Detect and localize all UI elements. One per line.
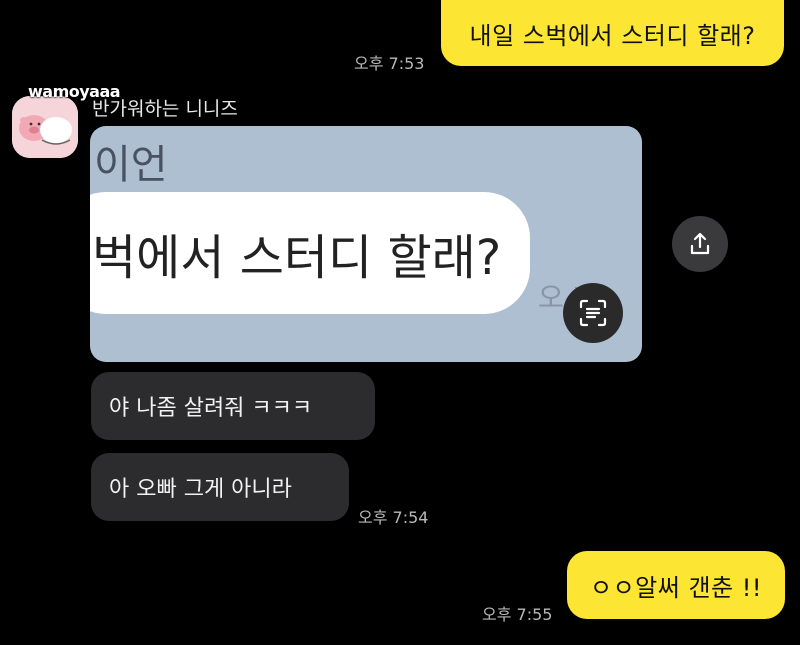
avatar[interactable] <box>12 96 78 158</box>
incoming-message-bubble[interactable]: 아 오빠 그게 아니라 <box>91 453 349 521</box>
share-button[interactable] <box>672 216 728 272</box>
sender-nickname: 반가워하는 니니즈 <box>92 98 238 120</box>
outgoing-message-bubble[interactable]: ㅇㅇ알써 갠춘 !! <box>567 551 785 619</box>
message-text: 아 오빠 그게 아니라 <box>109 477 292 502</box>
image-message[interactable]: 이언 벅에서 스터디 할래? 오 7: <box>90 126 642 362</box>
message-text: 내일 스벅에서 스터디 할래? <box>469 21 756 50</box>
message-text: ㅇㅇ알써 갠춘 !! <box>590 573 762 602</box>
message-time: 오후 7:54 <box>358 508 429 527</box>
text-scan-icon <box>579 299 607 327</box>
share-icon <box>690 232 710 255</box>
image-bubble-text: 벅에서 스터디 할래? <box>92 230 502 286</box>
message-text: 야 나좀 살려줘 ㅋㅋㅋ <box>109 396 313 421</box>
outgoing-message-bubble[interactable]: 내일 스벅에서 스터디 할래? <box>441 0 784 66</box>
message-time: 오후 7:55 <box>482 605 553 624</box>
incoming-message-bubble[interactable]: 야 나좀 살려줘 ㅋㅋㅋ <box>91 372 375 440</box>
text-scan-button[interactable] <box>563 283 623 343</box>
pig-character-icon <box>12 96 78 158</box>
image-text-fragment: 이언 <box>94 142 168 188</box>
message-time: 오후 7:53 <box>354 54 425 73</box>
image-chat-bubble: 벅에서 스터디 할래? <box>90 192 530 314</box>
